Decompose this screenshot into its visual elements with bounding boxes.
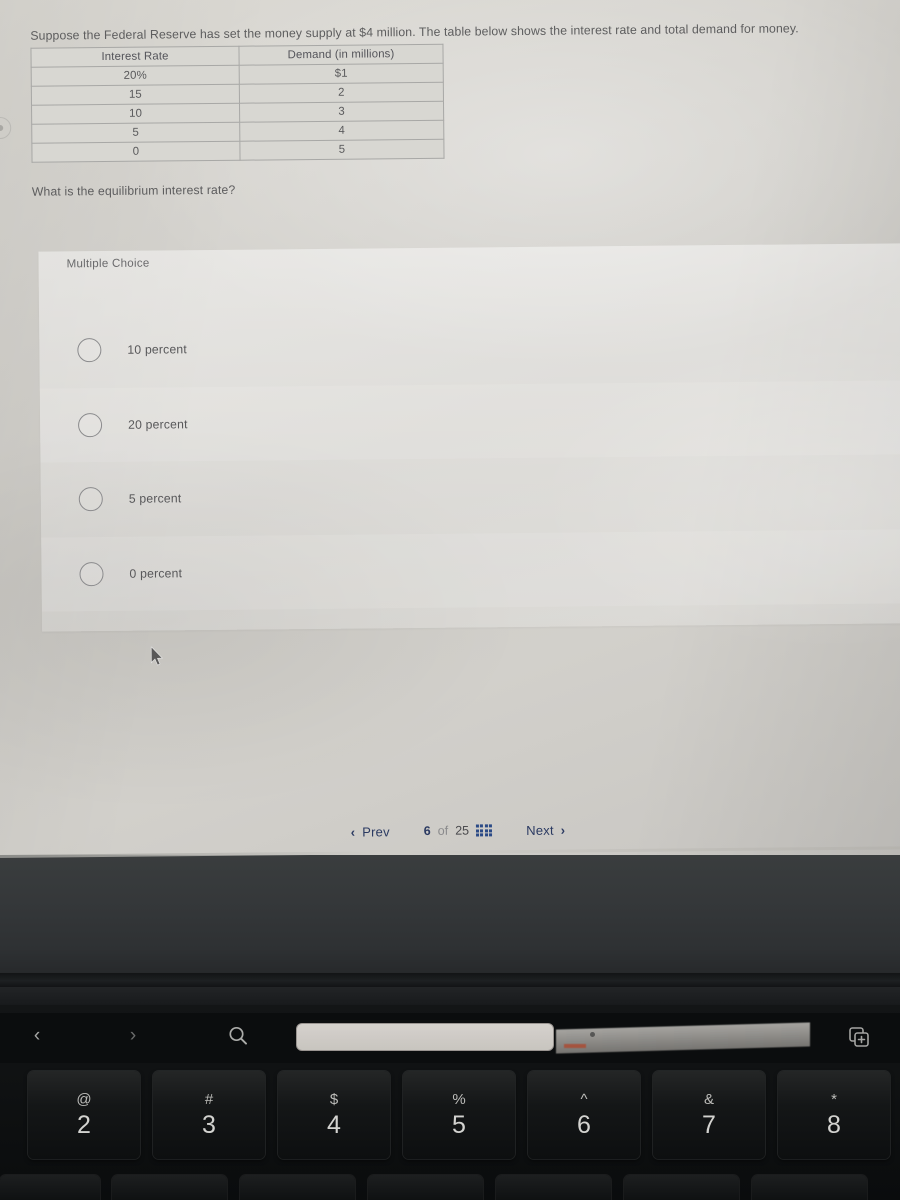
key-2[interactable]: @ 2: [28, 1071, 140, 1159]
touchbar-back-icon[interactable]: ‹: [16, 1019, 58, 1053]
answer-option-label: 20 percent: [128, 416, 188, 432]
page-counter-current: 6: [423, 823, 431, 838]
key-symbol: &: [703, 1091, 714, 1108]
key-symbol: ^: [580, 1091, 588, 1108]
chevron-right-icon: ›: [560, 822, 566, 838]
answer-option-label: 0 percent: [129, 566, 183, 581]
key-number: 7: [702, 1111, 716, 1139]
key-number: 3: [202, 1111, 216, 1139]
key-symbol: @: [76, 1091, 92, 1108]
key-symbol: $: [329, 1091, 339, 1108]
question-prompt: What is the equilibrium interest rate?: [31, 182, 236, 199]
table-header-demand: Demand (in millions): [238, 44, 444, 66]
table-header-interest-rate: Interest Rate: [30, 46, 240, 68]
answer-option-1[interactable]: 20 percent: [39, 379, 900, 463]
radio-button-icon[interactable]: [78, 487, 103, 512]
touch-bar: ‹ ›: [0, 1013, 900, 1063]
table-row: 0 5: [31, 139, 445, 163]
key-5[interactable]: % 5: [403, 1071, 515, 1159]
laptop-hinge: [0, 973, 900, 987]
new-tab-icon[interactable]: [840, 1021, 878, 1053]
cell-interest-rate: 5: [31, 122, 240, 144]
key-number: 4: [327, 1111, 341, 1139]
laptop-base: ‹ › @ 2 # 3 $ 4 % 5 ^ 6 & 7 * 8: [0, 1005, 900, 1200]
key-number: 2: [77, 1111, 91, 1139]
key-7[interactable]: & 7: [653, 1071, 765, 1159]
laptop-bezel: [0, 855, 900, 1007]
key-stub[interactable]: [240, 1175, 355, 1200]
key-3[interactable]: # 3: [153, 1071, 265, 1159]
cell-demand: 3: [239, 101, 444, 123]
cell-demand: 5: [239, 139, 445, 161]
quiz-navigation-bar: ‹ Prev 6 of 25 Next ›: [8, 803, 900, 858]
touchbar-reflection-strip: [556, 1022, 810, 1054]
touchbar-strip-highlight: [564, 1044, 586, 1048]
question-stem: Suppose the Federal Reserve has set the …: [30, 21, 799, 43]
page-counter-total: 25: [455, 823, 470, 838]
key-8[interactable]: * 8: [778, 1071, 890, 1159]
answer-option-2[interactable]: 5 percent: [40, 454, 900, 537]
radio-button-icon[interactable]: [77, 412, 103, 438]
question-grid-icon[interactable]: [475, 824, 493, 837]
key-symbol: %: [452, 1091, 466, 1108]
cell-interest-rate: 10: [31, 103, 240, 125]
laptop-screen: Suppose the Federal Reserve has set the …: [0, 0, 900, 858]
touchbar-strip-dot: [590, 1032, 595, 1037]
key-symbol: #: [204, 1091, 214, 1108]
key-stub[interactable]: [624, 1175, 739, 1200]
key-stub[interactable]: [368, 1175, 483, 1200]
chevron-left-icon: ‹: [350, 824, 356, 840]
key-4[interactable]: $ 4: [278, 1071, 390, 1159]
radio-button-icon[interactable]: [77, 338, 102, 363]
screenshot-root: Suppose the Federal Reserve has set the …: [0, 0, 900, 1200]
key-stub[interactable]: [0, 1175, 100, 1200]
cell-demand: 4: [239, 120, 444, 142]
cell-demand: $1: [239, 63, 444, 85]
quiz-page: Suppose the Federal Reserve has set the …: [0, 0, 900, 858]
answer-options-list: 10 percent 20 percent 5 percent 0 percen…: [39, 305, 900, 612]
page-counter-of: of: [437, 823, 449, 838]
next-button[interactable]: Next ›: [510, 822, 581, 838]
mouse-cursor-icon: [150, 646, 164, 666]
key-stub[interactable]: [496, 1175, 611, 1200]
key-stub[interactable]: [112, 1175, 227, 1200]
touchbar-forward-icon[interactable]: ›: [112, 1019, 154, 1053]
interest-demand-table: Interest Rate Demand (in millions) 20% $…: [30, 44, 445, 163]
cell-interest-rate: 20%: [31, 65, 240, 87]
key-number: 5: [452, 1111, 466, 1139]
keyboard-number-row: @ 2 # 3 $ 4 % 5 ^ 6 & 7 * 8: [0, 1071, 900, 1167]
answer-option-3[interactable]: 0 percent: [41, 528, 900, 612]
page-counter: 6 of 25: [406, 823, 511, 838]
answer-option-label: 10 percent: [127, 342, 188, 358]
prev-button[interactable]: ‹ Prev: [335, 824, 406, 840]
partial-edge-icon: [0, 116, 12, 140]
radio-button-icon[interactable]: [79, 561, 104, 587]
key-number: 6: [577, 1111, 591, 1139]
key-number: 8: [827, 1111, 841, 1139]
prev-button-label: Prev: [362, 823, 390, 840]
key-symbol: *: [831, 1091, 837, 1108]
answer-option-0[interactable]: 10 percent: [39, 305, 900, 388]
cell-interest-rate: 15: [31, 84, 240, 106]
key-stub[interactable]: [752, 1175, 867, 1200]
keyboard-next-row: [0, 1175, 900, 1200]
key-6[interactable]: ^ 6: [528, 1071, 640, 1159]
question-type-label: Multiple Choice: [66, 256, 150, 271]
touchbar-text-field[interactable]: [296, 1023, 554, 1051]
search-icon[interactable]: [216, 1019, 260, 1053]
answer-option-label: 5 percent: [128, 491, 182, 507]
answer-card: Multiple Choice 10 percent 20 percent 5 …: [38, 243, 900, 632]
next-button-label: Next: [526, 822, 554, 838]
cell-demand: 2: [239, 82, 444, 104]
cell-interest-rate: 0: [31, 141, 241, 163]
